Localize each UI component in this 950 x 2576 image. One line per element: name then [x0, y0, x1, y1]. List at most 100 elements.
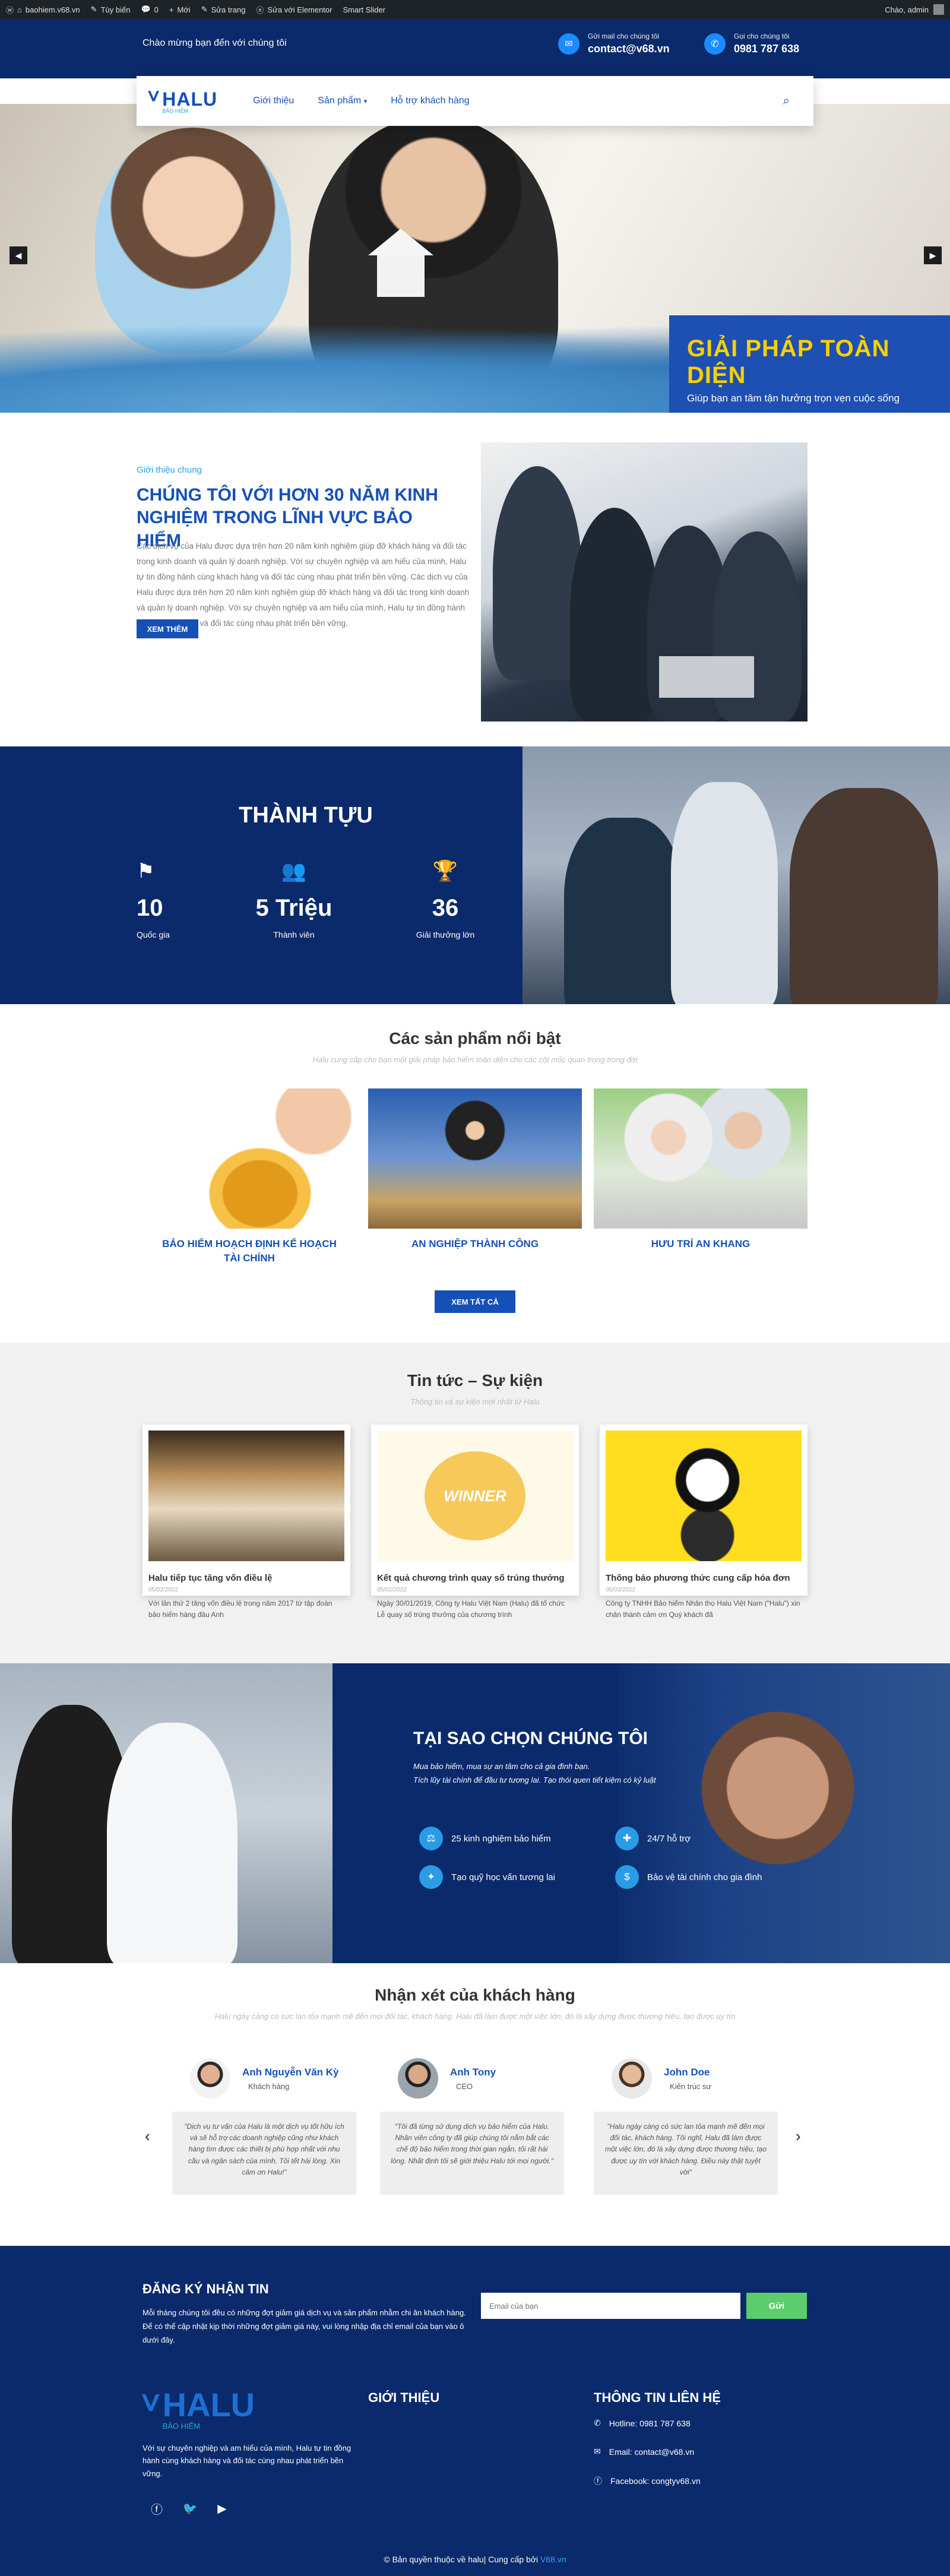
- review-quote: "Dịch vụ tư vấn của Halu là một dịch vụ …: [172, 2112, 356, 2195]
- admin-comments-link[interactable]: 💬 0: [141, 5, 158, 14]
- footer-facebook[interactable]: ⓕ Facebook: congtyv68.vn: [594, 2475, 701, 2487]
- plus-icon: +: [169, 5, 174, 14]
- chevron-down-icon: ▾: [363, 98, 368, 105]
- news-card-title[interactable]: Thông báo phương thức cung cấp hóa đơn: [606, 1573, 802, 1583]
- product-name[interactable]: HƯU TRÍ AN KHANG: [594, 1237, 808, 1251]
- hero-subtitle: Giúp bạn an tâm tận hưởng trọn vẹn cuộc …: [687, 393, 900, 404]
- reviews-title: Nhận xét của khách hàng: [375, 1986, 575, 2004]
- success-businessman-image: [368, 1088, 582, 1229]
- product-name[interactable]: BẢO HIỂM HOẠCH ĐỊNH KẾ HOẠCH TÀI CHÍNH: [142, 1237, 356, 1265]
- product-card[interactable]: BẢO HIỂM HOẠCH ĐỊNH KẾ HOẠCH TÀI CHÍNH: [142, 1088, 356, 1265]
- trophy-icon: 🏆: [432, 860, 458, 882]
- facebook-icon[interactable]: ⓕ: [148, 2500, 165, 2517]
- nav-item-gioi-thieu[interactable]: Giới thiệu: [253, 96, 294, 106]
- slider-next-arrow-icon[interactable]: ▶: [924, 246, 942, 264]
- newsletter-title: ĐĂNG KÝ NHẬN TIN: [142, 2281, 269, 2296]
- footer-about-text: Với sự chuyên nghiệp và am hiểu của mình…: [142, 2444, 352, 2478]
- news-card-title[interactable]: Halu tiếp tục tăng vốn điều lệ: [148, 1573, 344, 1583]
- news-subtitle: Thông tin và sự kiện mới nhất từ Halu: [410, 1397, 540, 1406]
- why-choose-us-section: TẠI SAO CHỌN CHÚNG TÔI Mua bảo hiểm, mua…: [0, 1663, 950, 1963]
- admin-smart-slider-link[interactable]: Smart Slider: [343, 5, 385, 14]
- footer-email[interactable]: ✉ Email: contact@v68.vn: [594, 2447, 694, 2457]
- facebook-icon: ⓕ: [594, 2476, 602, 2486]
- elementor-icon: ⓔ: [256, 5, 264, 15]
- product-name[interactable]: AN NGHIỆP THÀNH CÔNG: [368, 1237, 582, 1251]
- email-contact[interactable]: ✉ Gửi mail cho chúng tôi contact@v68.vn: [558, 32, 670, 55]
- newsletter-email-input[interactable]: [481, 2293, 740, 2319]
- reviews-subtitle: Halu ngày càng có sức lan tỏa mạnh mẽ đế…: [214, 2012, 736, 2021]
- news-card-excerpt: Công ty TNHH Bảo hiểm Nhân thọ Halu Việt…: [606, 1599, 800, 1619]
- retired-couple-image: [594, 1088, 808, 1229]
- news-card-excerpt: Với lần thứ 2 tăng vốn điều lệ trong năm…: [148, 1599, 332, 1619]
- admin-edit-page-link[interactable]: ✎ Sửa trang: [201, 5, 246, 14]
- news-card[interactable]: Halu tiếp tục tăng vốn điều lệ 05/02/202…: [142, 1425, 350, 1619]
- nav-menu: Giới thiệu Sản phẩm ▾ Hỗ trợ khách hàng: [253, 96, 469, 106]
- why-description: Mua bảo hiểm, mua sự an tâm cho cả gia đ…: [413, 1762, 656, 1785]
- admin-bar: ⓦ ⌂ baohiem.v68.vn ✎ Tùy biến 💬 0 + Mới ✎ Sửa …: [0, 0, 950, 19]
- admin-elementor-link[interactable]: ⓔ Sửa với Elementor: [256, 4, 332, 15]
- footer-about-heading: GIỚI THIỆU: [368, 2390, 440, 2405]
- achievements-title: THÀNH TỰU: [239, 803, 373, 828]
- chevron-left-icon[interactable]: ‹: [145, 2127, 150, 2145]
- twitter-icon[interactable]: 🐦: [182, 2500, 198, 2517]
- nav-item-san-pham[interactable]: Sản phẩm ▾: [318, 96, 367, 106]
- site-logo[interactable]: ⱽ HALU BẢO HIỂM: [148, 88, 217, 114]
- read-more-button[interactable]: XEM THÊM: [137, 619, 198, 638]
- search-icon[interactable]: ⌕: [783, 94, 790, 108]
- admin-customize-link[interactable]: ✎ Tùy biến: [91, 5, 131, 14]
- stat-countries: ⚑ 10 Quốc gia: [137, 860, 170, 939]
- phone-icon: ✆: [594, 2418, 601, 2428]
- product-card[interactable]: AN NGHIỆP THÀNH CÔNG: [368, 1088, 582, 1251]
- intro-section: Giới thiệu chung CHÚNG TÔI VỚI HƠN 30 NĂ…: [0, 413, 950, 745]
- newsletter-text: Mỗi tháng chúng tôi đều có những đợt giả…: [142, 2308, 466, 2344]
- nav-item-ho-tro[interactable]: Hỗ trợ khách hàng: [391, 96, 469, 106]
- review-card: John Doe Kiến trúc sư "Halu ngày càng có …: [594, 2058, 778, 2195]
- high-five-photo: [522, 746, 950, 1004]
- welcome-text: Chào mừng bạn đến với chúng tôi: [142, 38, 287, 48]
- chevron-right-icon[interactable]: ›: [796, 2127, 801, 2145]
- intro-label: Giới thiệu chung: [137, 465, 202, 475]
- newsletter-send-button[interactable]: Gửi: [746, 2293, 807, 2319]
- footer-hotline[interactable]: ✆ Hotline: 0981 787 638: [594, 2418, 691, 2428]
- hero-slider: GIẢI PHÁP TOÀN DIỆN Giúp bạn an tâm tận …: [0, 104, 950, 413]
- youtube-icon[interactable]: ▶: [214, 2500, 230, 2517]
- provider-link[interactable]: V68.vn: [540, 2555, 566, 2564]
- reviewer-role: Kiến trúc sư: [670, 2081, 712, 2091]
- slider-prev-arrow-icon[interactable]: ◀: [10, 246, 27, 264]
- reviewer-name: John Doe: [664, 2066, 710, 2078]
- hero-banner: GIẢI PHÁP TOÀN DIỆN Giúp bạn an tâm tận …: [669, 315, 950, 413]
- winner-image: WINNER: [377, 1431, 573, 1561]
- avatar: [190, 2058, 230, 2099]
- achievements-section: THÀNH TỰU ⚑ 10 Quốc gia 👥 5 Triệu Thành …: [0, 746, 950, 1004]
- news-card-date: 05/02/2022: [148, 1587, 179, 1593]
- hero-woman-figure: [95, 128, 291, 353]
- products-subtitle: Halu cung cấp cho bạn một giải pháp bảo …: [312, 1055, 638, 1064]
- feature-support: ✚ 24/7 hỗ trợ: [615, 1827, 691, 1850]
- phone-icon: ✆: [704, 33, 726, 55]
- feature-financial-protection: $ Bảo vệ tài chính cho gia đình: [615, 1865, 762, 1889]
- stat-members: 👥 5 Triệu Thành viên: [249, 859, 338, 939]
- view-all-button[interactable]: XEM TẤT CẢ: [435, 1290, 515, 1313]
- news-card-excerpt: Ngày 30/01/2019, Công ty Halu Việt Nam (…: [377, 1599, 565, 1619]
- admin-site-link[interactable]: ⓦ ⌂ baohiem.v68.vn: [6, 4, 80, 15]
- news-card[interactable]: WINNER Kết quả chương trình quay số trún…: [371, 1425, 579, 1619]
- reviewer-name: Anh Nguyễn Văn Kỳ: [242, 2066, 339, 2078]
- business-people-photo: [0, 1663, 332, 1963]
- news-card[interactable]: Thông báo phương thức cung cấp hóa đơn 0…: [600, 1425, 808, 1619]
- avatar: [612, 2058, 652, 2099]
- products-title: Các sản phẩm nổi bật: [389, 1029, 561, 1048]
- news-card-title[interactable]: Kết quả chương trình quay số trúng thưởn…: [377, 1573, 573, 1583]
- flag-icon: ⚑: [137, 860, 155, 882]
- mail-icon: ✉: [558, 33, 580, 55]
- footer-logo[interactable]: ⱽ HALU BẢO HIỂM: [142, 2388, 255, 2431]
- product-card[interactable]: HƯU TRÍ AN KHANG: [594, 1088, 808, 1251]
- admin-account-menu[interactable]: Chào, admin: [885, 4, 944, 15]
- news-card-date: 05/02/2022: [606, 1587, 636, 1593]
- admin-new-link[interactable]: + Mới: [169, 5, 191, 14]
- main-navbar: ⱽ HALU BẢO HIỂM Giới thiệu Sản phẩm ▾ Hỗ …: [137, 76, 813, 126]
- stat-awards: 🏆 36 Giải thưởng lớn: [410, 859, 481, 939]
- site-footer: ĐĂNG KÝ NHẬN TIN Mỗi tháng chúng tôi đều…: [0, 2246, 950, 2576]
- review-card: Anh Tony CEO "Tôi đã từng sử dụng dịch vụ…: [380, 2058, 564, 2195]
- team-photo: [481, 442, 808, 721]
- phone-contact[interactable]: ✆ Gọi cho chúng tôi 0981 787 638: [704, 32, 799, 55]
